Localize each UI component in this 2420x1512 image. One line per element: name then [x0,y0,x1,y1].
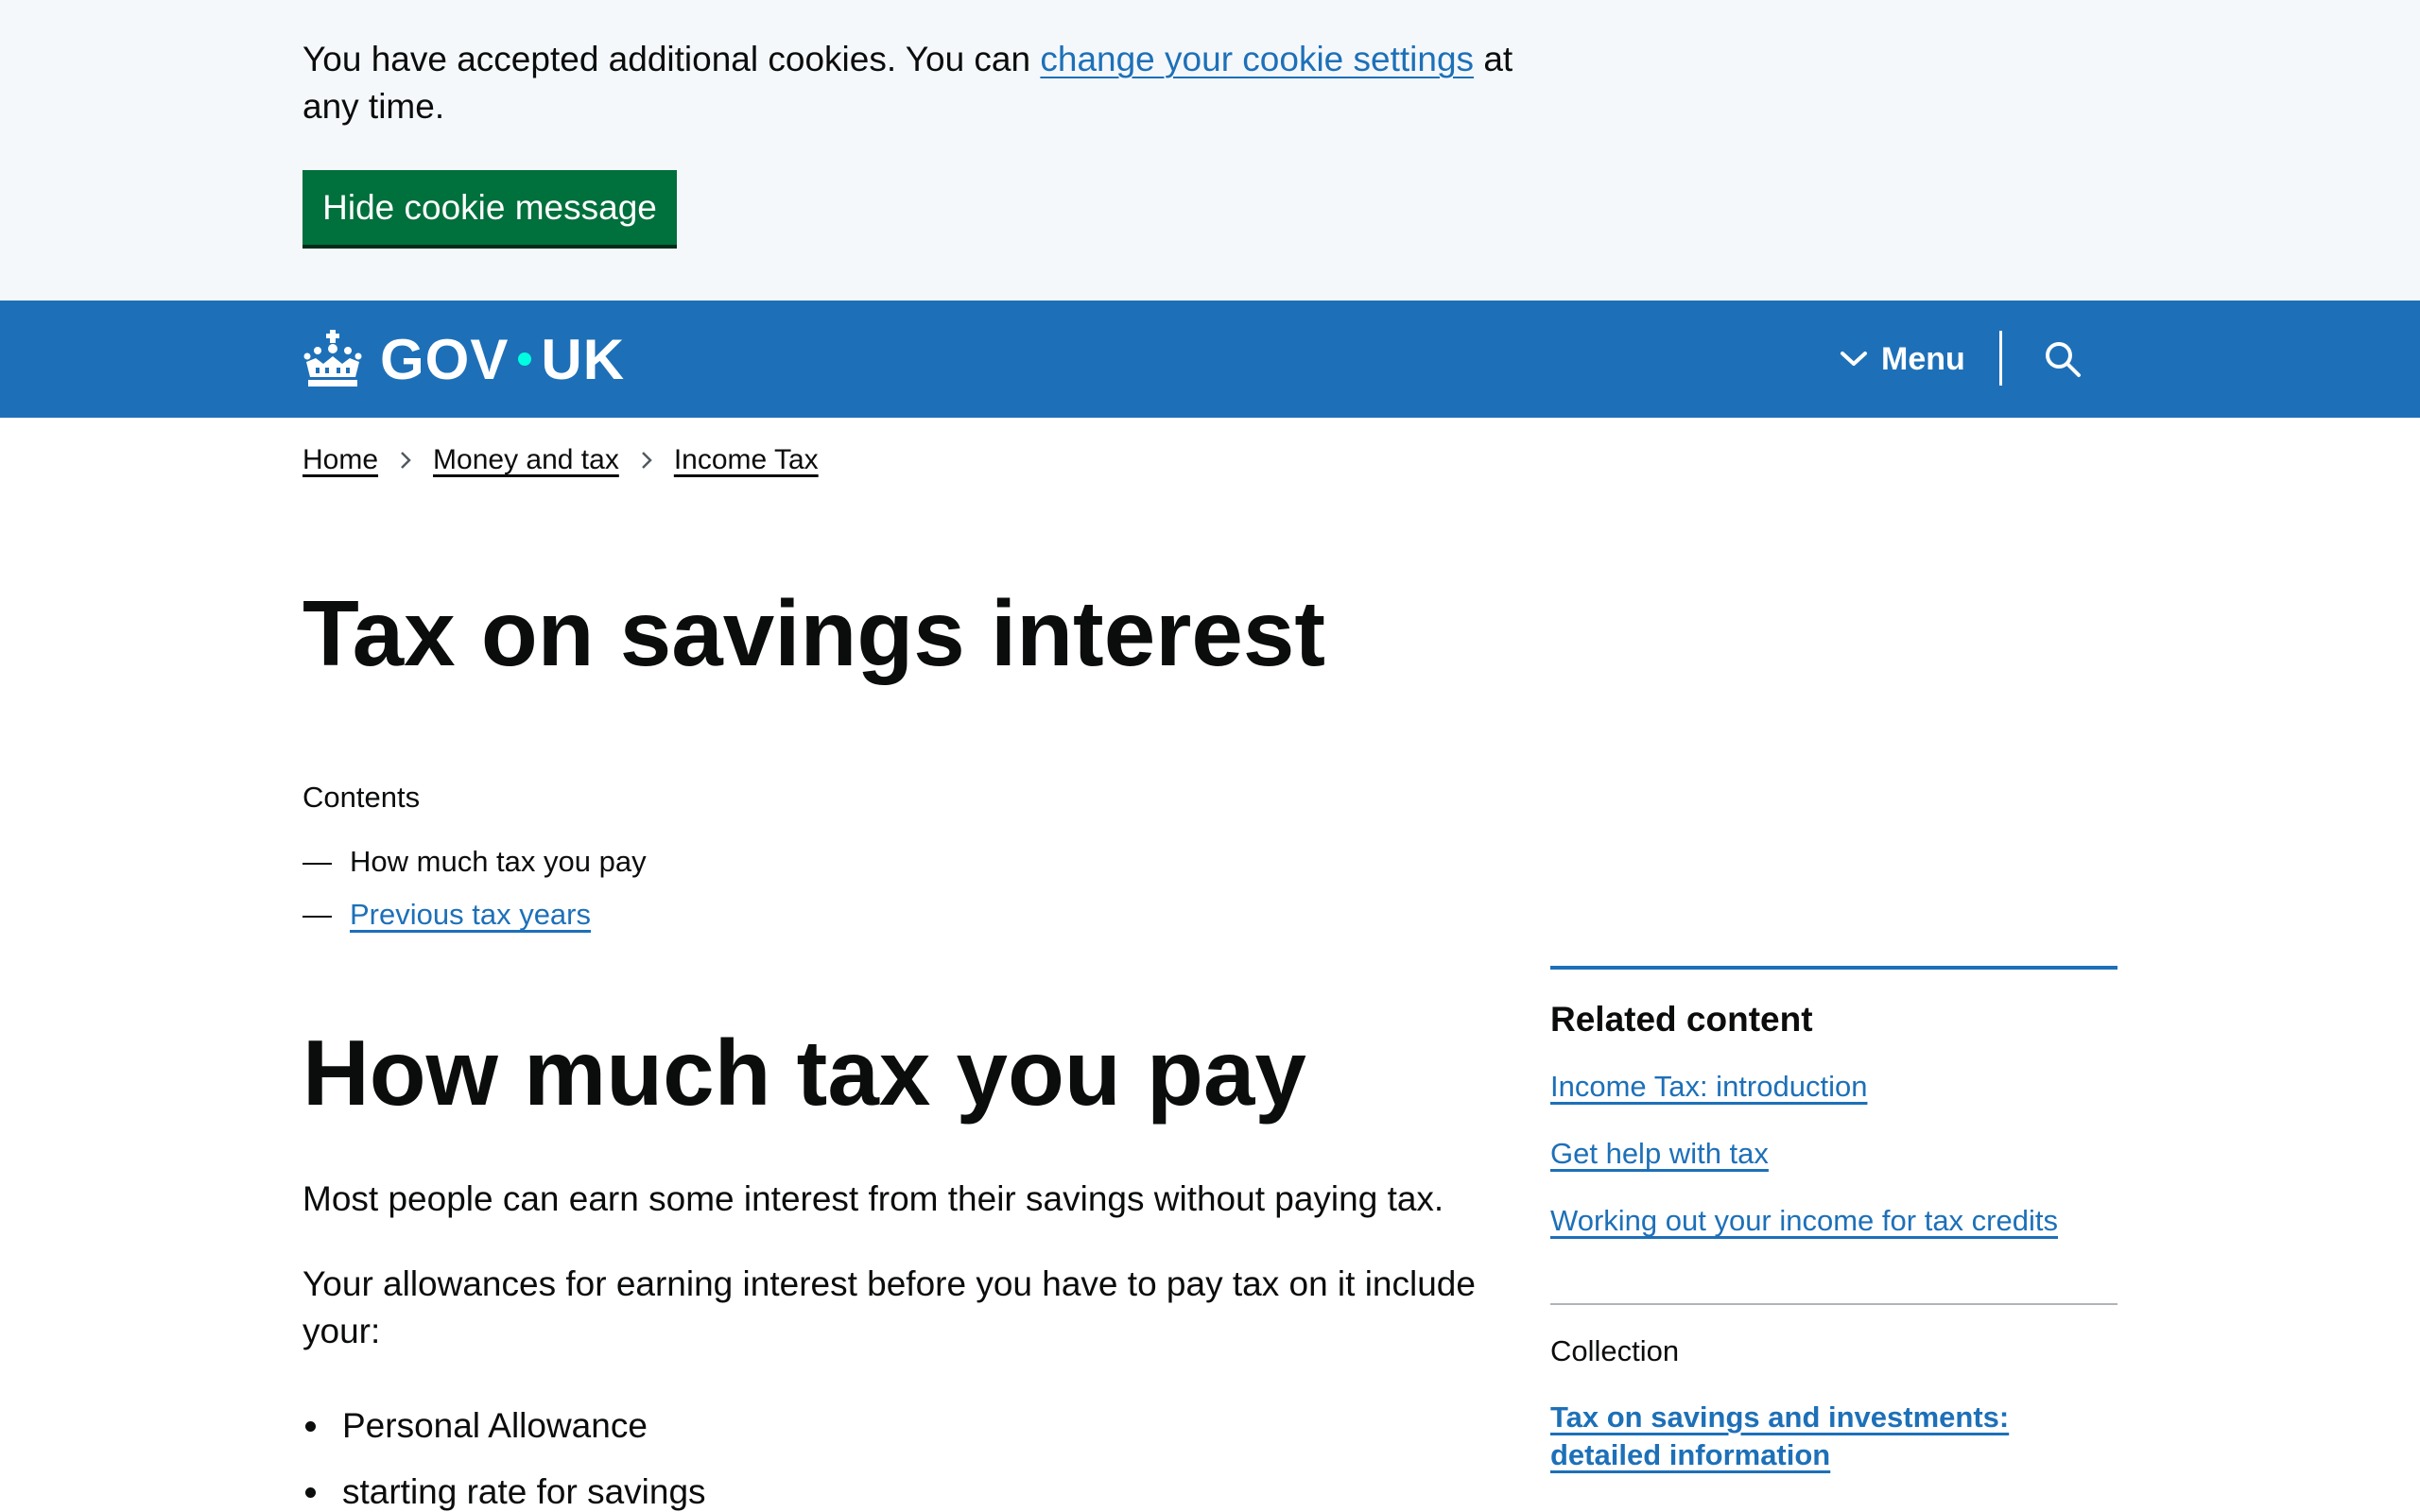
logo-text: GOV UK [380,327,625,392]
menu-button[interactable]: Menu [1840,329,1965,389]
list-item-text: Personal Allowance [342,1406,648,1445]
header-divider [1999,331,2002,386]
list-item: starting rate for savings [302,1459,706,1512]
breadcrumb: Home Money and tax Income Tax [302,444,819,476]
body-paragraph: Most people can earn some interest from … [302,1179,1444,1218]
allowance-list: Personal Allowance starting rate for sav… [302,1393,706,1512]
cookie-settings-link[interactable]: change your cookie settings [1040,40,1474,78]
contents-list: — How much tax you pay — Previous tax ye… [302,835,647,941]
cookie-banner: You have accepted additional cookies. Yo… [0,0,2420,301]
logo-text-gov: GOV [380,327,510,391]
menu-label: Menu [1881,340,1965,377]
hide-cookie-message-button[interactable]: Hide cookie message [302,170,677,245]
bullet-icon [305,1486,316,1498]
collection-link[interactable]: Tax on savings and investments: detailed… [1550,1399,2118,1474]
list-item-text: starting rate for savings [342,1472,706,1511]
breadcrumb-money-and-tax[interactable]: Money and tax [433,444,619,476]
site-header: GOV UK Menu [0,301,2420,418]
list-item: Personal Allowance [302,1393,706,1459]
chevron-right-icon [640,450,653,471]
breadcrumb-income-tax[interactable]: Income Tax [674,444,819,476]
related-link-working-out-income[interactable]: Working out your income for tax credits [1550,1204,2058,1237]
contents-dash: — [302,898,332,931]
contents-dash: — [302,845,332,878]
contents-item-current: — How much tax you pay [302,835,647,888]
related-link-income-tax-introduction[interactable]: Income Tax: introduction [1550,1070,1867,1103]
related-item: Get help with tax [1550,1137,2058,1204]
contents-link-previous-tax-years[interactable]: Previous tax years [350,898,591,932]
related-item: Income Tax: introduction [1550,1070,2058,1137]
chevron-right-icon [399,450,412,471]
cookie-message: You have accepted additional cookies. Yo… [302,36,1531,130]
contents-label: Contents [302,781,421,814]
related-link-get-help-with-tax[interactable]: Get help with tax [1550,1137,1769,1170]
related-item: Working out your income for tax credits [1550,1204,2058,1271]
sidebar-top-border [1550,966,2118,970]
bullet-icon [305,1420,316,1432]
sidebar-divider [1550,1303,2118,1305]
page: You have accepted additional cookies. Yo… [0,0,2420,1512]
govuk-logo[interactable]: GOV UK [302,323,625,395]
contents-item-how-much-tax: How much tax you pay [350,845,647,878]
page-title: Tax on savings interest [302,581,1325,685]
related-content-heading: Related content [1550,1000,1813,1039]
breadcrumb-home[interactable]: Home [302,444,378,476]
body-paragraph: Your allowances for earning interest bef… [302,1264,1476,1350]
section-heading: How much tax you pay [302,1021,1306,1125]
cookie-text-before: You have accepted additional cookies. Yo… [302,40,1041,78]
logo-text-uk: UK [541,327,626,391]
search-button[interactable] [2032,329,2093,389]
contents-item: — Previous tax years [302,888,647,941]
chevron-down-icon [1841,352,1867,366]
collection-label: Collection [1550,1334,1680,1367]
crown-icon [303,330,362,387]
related-links: Income Tax: introduction Get help with t… [1550,1070,2058,1271]
search-icon [2046,342,2081,377]
logo-dot [518,352,532,366]
